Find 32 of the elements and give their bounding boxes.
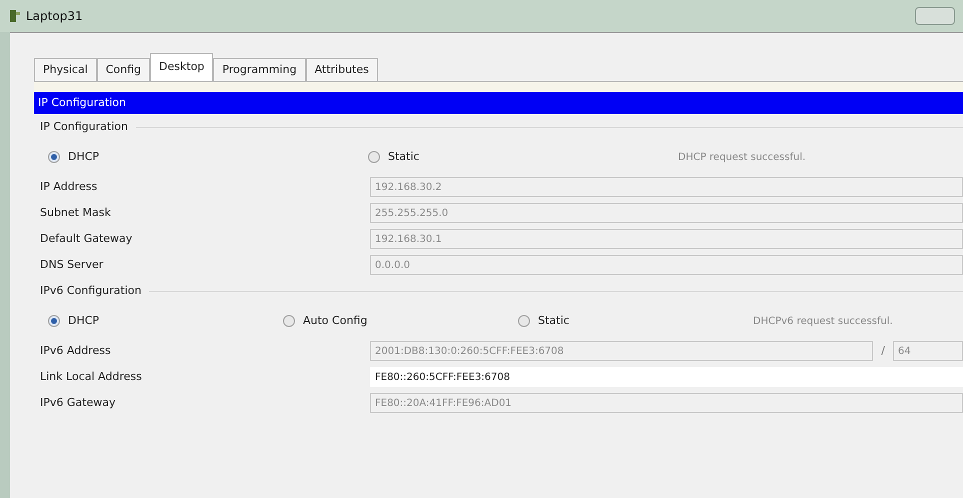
field-label: Link Local Address bbox=[40, 368, 143, 385]
section-title: IPv6 Configuration bbox=[40, 282, 142, 299]
input-field[interactable]: FE80::260:5CFF:FEE3:6708 bbox=[370, 367, 963, 387]
field-label: Default Gateway bbox=[40, 230, 134, 247]
field-label: IPv6 Address bbox=[40, 342, 112, 359]
tab[interactable]: Config bbox=[96, 58, 150, 81]
prefix-separator: / bbox=[881, 342, 885, 359]
radio-button[interactable] bbox=[368, 151, 380, 163]
window-title: Laptop31 bbox=[26, 8, 83, 25]
radio-label: DHCP bbox=[68, 312, 100, 329]
window-controls[interactable] bbox=[915, 7, 955, 25]
tab[interactable]: Desktop bbox=[150, 53, 214, 81]
radio-label: DHCP bbox=[68, 148, 100, 165]
field-label: DNS Server bbox=[40, 256, 104, 273]
tab[interactable]: Physical bbox=[34, 58, 97, 81]
status-text: DHCP request successful. bbox=[678, 150, 806, 164]
field-label: IP Address bbox=[40, 178, 98, 195]
tab[interactable]: Programming bbox=[213, 58, 306, 81]
field-label: IPv6 Gateway bbox=[40, 394, 116, 411]
radio-button[interactable] bbox=[518, 315, 530, 327]
section-title: IP Configuration bbox=[40, 118, 128, 135]
field-label: Subnet Mask bbox=[40, 204, 112, 221]
tab[interactable]: Attributes bbox=[306, 58, 378, 81]
radio-button[interactable] bbox=[48, 151, 60, 163]
radio-button[interactable] bbox=[283, 315, 295, 327]
radio-label: Static bbox=[538, 312, 570, 329]
status-text: DHCPv6 request successful. bbox=[753, 314, 893, 328]
radio-button[interactable] bbox=[48, 315, 60, 327]
radio-label: Static bbox=[388, 148, 420, 165]
radio-label: Auto Config bbox=[303, 312, 368, 329]
laptop-icon bbox=[8, 9, 22, 23]
panel-header: IP Configuration bbox=[34, 92, 963, 114]
